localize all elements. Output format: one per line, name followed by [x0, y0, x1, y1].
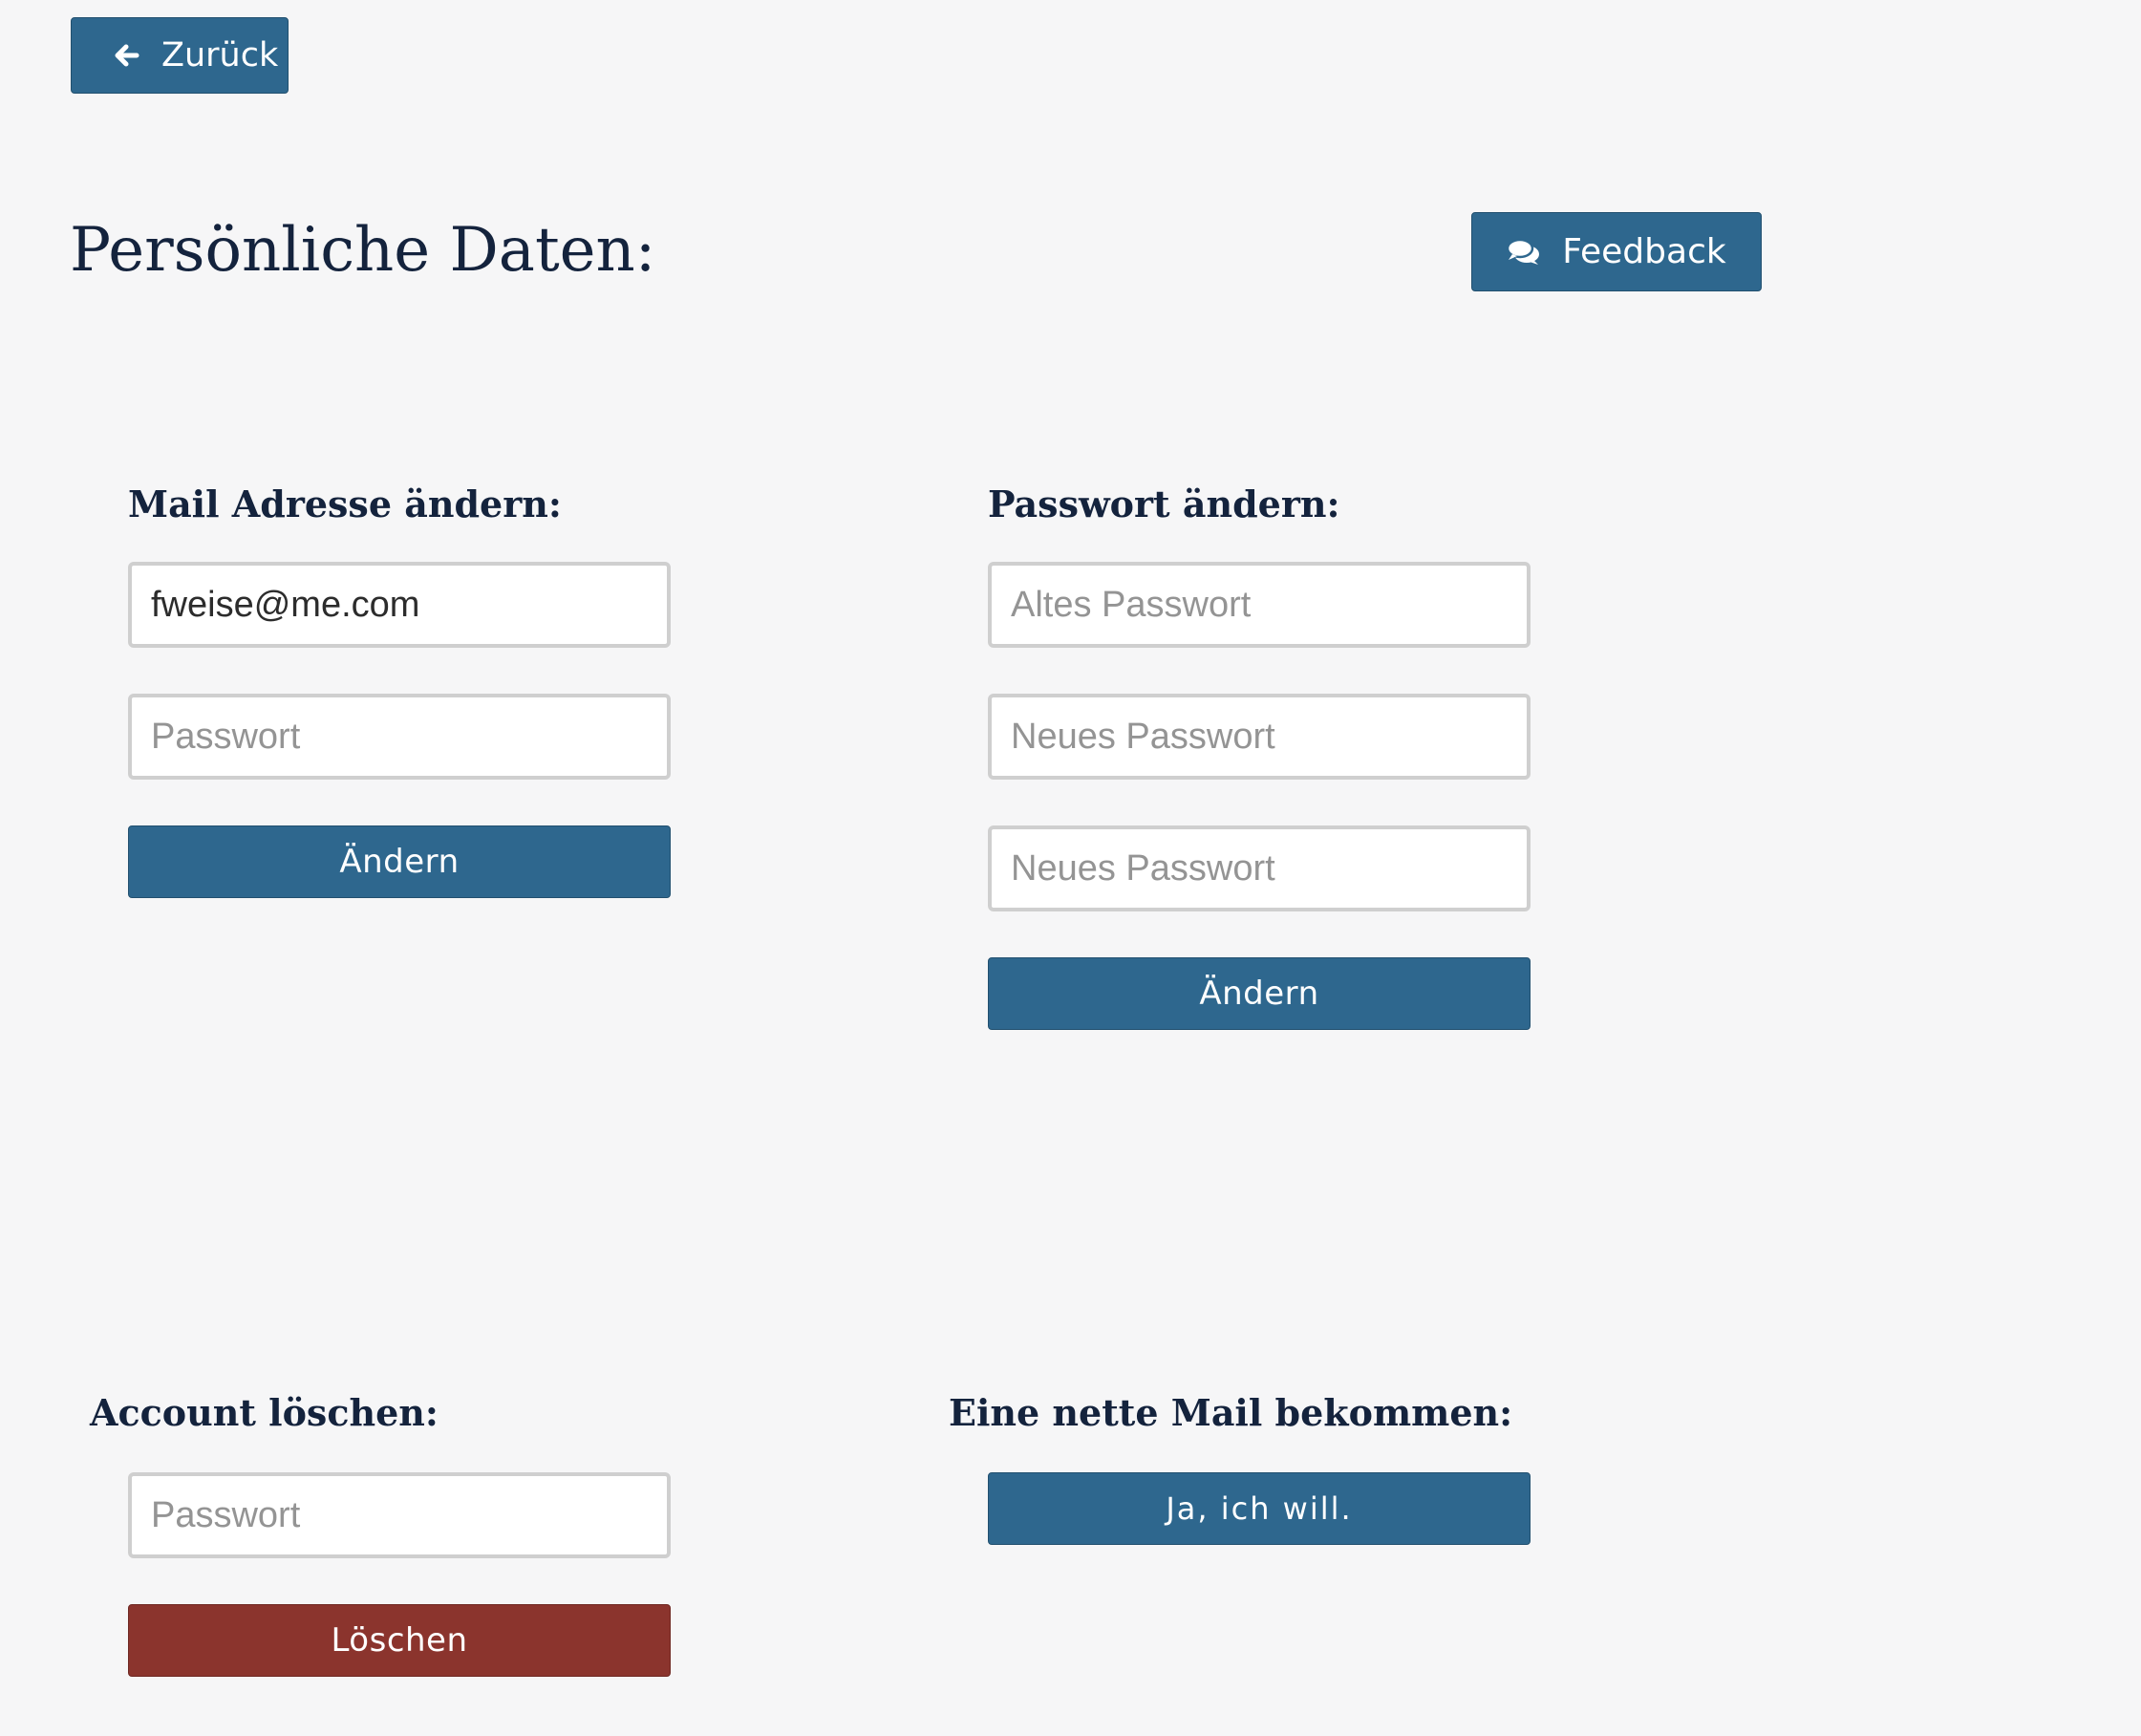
- feedback-button-label: Feedback: [1562, 232, 1726, 271]
- newsletter-subscribe-button-label: Ja, ich will.: [1166, 1490, 1353, 1527]
- old-password-field[interactable]: [988, 562, 1531, 648]
- change-email-button[interactable]: Ändern: [128, 825, 671, 898]
- feedback-button[interactable]: Feedback: [1471, 212, 1762, 291]
- back-button[interactable]: Zurück: [71, 17, 289, 94]
- mail-password-field[interactable]: [128, 694, 671, 780]
- delete-account-button-label: Löschen: [331, 1621, 468, 1660]
- newsletter-subscribe-button[interactable]: Ja, ich will.: [988, 1472, 1531, 1545]
- back-button-label: Zurück: [161, 36, 279, 75]
- delete-account-button[interactable]: Löschen: [128, 1604, 671, 1677]
- delete-password-field[interactable]: [128, 1472, 671, 1558]
- arrow-left-icon: [112, 41, 140, 70]
- comments-icon: [1507, 238, 1541, 267]
- new-password-field[interactable]: [988, 694, 1531, 780]
- email-field[interactable]: [128, 562, 671, 648]
- newsletter-section-title: Eine nette Mail bekommen:: [949, 1391, 1513, 1434]
- delete-section-title: Account löschen:: [90, 1391, 439, 1434]
- password-section-title: Passwort ändern:: [988, 482, 1340, 525]
- change-password-button-label: Ändern: [1199, 975, 1319, 1013]
- page-title: Persönliche Daten:: [70, 215, 656, 286]
- mail-section-title: Mail Adresse ändern:: [128, 482, 562, 525]
- change-email-button-label: Ändern: [339, 843, 460, 881]
- change-password-button[interactable]: Ändern: [988, 957, 1531, 1030]
- repeat-password-field[interactable]: [988, 825, 1531, 911]
